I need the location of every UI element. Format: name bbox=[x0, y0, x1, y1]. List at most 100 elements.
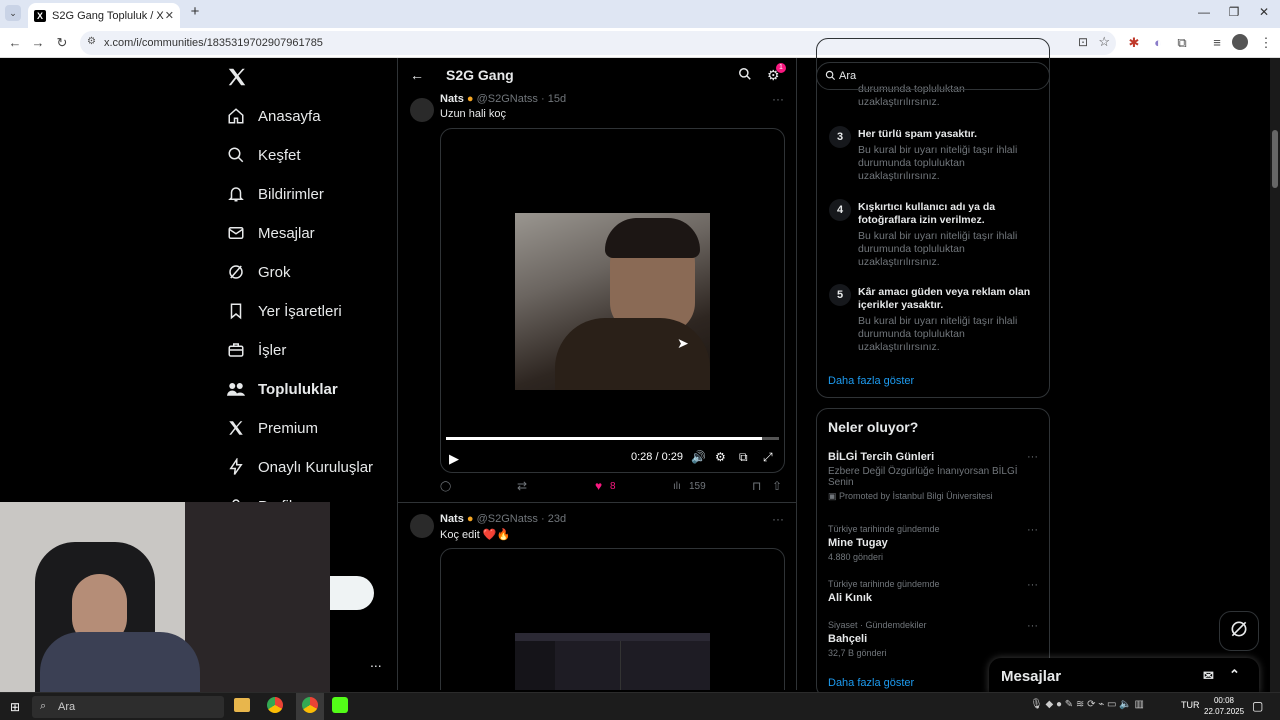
tweet-1[interactable]: Nats ● @S2GNatss · 15d ··· Uzun hali koç… bbox=[398, 90, 796, 502]
trend-item[interactable]: Türkiye tarihinde gündemde Ali Kınık ··· bbox=[828, 579, 1038, 604]
extension-icon[interactable]: ✱ bbox=[1125, 35, 1143, 51]
like-count: 8 bbox=[610, 481, 616, 492]
messages-drawer[interactable]: Mesajlar ✉ ⌃ bbox=[989, 658, 1259, 694]
nav-jobs[interactable]: İşler bbox=[226, 334, 286, 366]
file-explorer-icon[interactable] bbox=[234, 698, 250, 712]
avatar[interactable] bbox=[410, 98, 434, 122]
window-close-icon[interactable]: ✕ bbox=[1255, 5, 1273, 19]
trend-more-icon[interactable]: ··· bbox=[1027, 620, 1038, 632]
video-settings-icon[interactable]: ⚙ bbox=[715, 450, 726, 464]
account-more-icon[interactable]: ... bbox=[370, 654, 382, 670]
site-info-icon[interactable]: ⚙ bbox=[87, 36, 96, 47]
author-name[interactable]: Nats bbox=[440, 93, 464, 105]
views-icon[interactable]: ılı bbox=[673, 481, 681, 492]
community-title: S2G Gang bbox=[446, 67, 514, 83]
grok-floating-button[interactable] bbox=[1219, 611, 1259, 651]
new-tab-icon[interactable]: + bbox=[186, 3, 204, 20]
tweet-time[interactable]: 23d bbox=[548, 513, 566, 525]
profile-avatar[interactable] bbox=[1232, 34, 1248, 50]
fullscreen-icon[interactable]: ⤢ bbox=[763, 450, 773, 465]
nav-messages[interactable]: Mesajlar bbox=[226, 217, 315, 249]
rule-title: Kâr amacı güden veya reklam olan içerikl… bbox=[858, 286, 1031, 311]
expand-icon[interactable]: ⌃ bbox=[1229, 667, 1240, 683]
video-progress-track[interactable] bbox=[446, 437, 779, 440]
media-control-icon[interactable]: ≡ bbox=[1208, 35, 1226, 50]
windows-start-icon[interactable]: ⊞ bbox=[10, 700, 20, 714]
input-language[interactable]: TUR bbox=[1181, 700, 1200, 710]
system-tray-icons[interactable]: 🎙 ◆ ● ✎ ≋ ⟳ ⌁ ▭ 🔈 ▥ bbox=[1030, 699, 1144, 710]
back-arrow-icon[interactable]: ← bbox=[410, 67, 424, 83]
clock[interactable]: 00:08 22.07.2025 bbox=[1204, 695, 1244, 717]
like-icon[interactable]: ♥ bbox=[595, 479, 602, 493]
browser-tab[interactable]: X S2G Gang Topluluk / X ✕ bbox=[28, 3, 180, 28]
tweet-author[interactable]: Nats ● @S2GNatss · 15d bbox=[440, 93, 566, 105]
search-box[interactable]: Ara bbox=[816, 62, 1050, 90]
browser-menu-icon[interactable]: ⋮ bbox=[1257, 35, 1275, 51]
extensions-puzzle-icon[interactable]: ⧉ bbox=[1173, 35, 1191, 51]
search-icon bbox=[226, 145, 246, 165]
tweet-author[interactable]: Nats ● @S2GNatss · 23d bbox=[440, 513, 566, 525]
forward-icon[interactable]: → bbox=[29, 35, 47, 50]
nav-notifications[interactable]: Bildirimler bbox=[226, 178, 324, 210]
trend-name: Bahçeli bbox=[828, 633, 868, 645]
taskbar-search[interactable]: ⌕ Ara bbox=[32, 696, 224, 718]
promoted-trend[interactable]: BİLGİ Tercih Günleri Ezbere Değil Özgürl… bbox=[828, 451, 1038, 502]
avatar[interactable] bbox=[410, 514, 434, 538]
video-player[interactable]: ➤ ▶ 0:28 / 0:29 🔊 ⚙ ⧉ ⤢ bbox=[440, 128, 785, 473]
notifications-icon[interactable]: ▢ bbox=[1252, 699, 1263, 713]
author-handle[interactable]: @S2GNatss bbox=[477, 513, 538, 525]
scrollbar-thumb[interactable] bbox=[1272, 130, 1278, 188]
chrome-active-taskbar[interactable] bbox=[296, 693, 324, 720]
chrome-icon[interactable] bbox=[267, 697, 283, 713]
more-icon[interactable]: ··· bbox=[772, 92, 784, 106]
tweet-time[interactable]: 15d bbox=[548, 93, 566, 105]
show-more-rules-link[interactable]: Daha fazla göster bbox=[828, 375, 914, 387]
bookmark-tweet-icon[interactable]: ⊓ bbox=[752, 479, 761, 493]
tab-list-icon[interactable]: ⌄ bbox=[5, 5, 21, 21]
x-logo-icon[interactable] bbox=[226, 66, 248, 88]
extension-2-icon[interactable]: ◐ bbox=[1149, 35, 1167, 50]
new-message-icon[interactable]: ✉ bbox=[1203, 668, 1214, 684]
webcam-body bbox=[40, 632, 200, 692]
promo-by: Promoted by İstanbul Bilgi Üniversitesi bbox=[839, 491, 993, 501]
pip-icon[interactable]: ⧉ bbox=[739, 450, 748, 465]
install-app-icon[interactable]: ⊡ bbox=[1078, 35, 1088, 49]
tab-close-icon[interactable]: ✕ bbox=[165, 9, 174, 22]
bookmark-star-icon[interactable]: ☆ bbox=[1098, 34, 1110, 50]
back-icon[interactable]: ← bbox=[6, 35, 24, 50]
nav-home[interactable]: Anasayfa bbox=[226, 100, 321, 132]
views-count: 159 bbox=[689, 481, 706, 492]
show-more-trends-link[interactable]: Daha fazla göster bbox=[828, 677, 914, 689]
volume-icon[interactable]: 🔊 bbox=[691, 450, 706, 464]
trend-more-icon[interactable]: ··· bbox=[1027, 579, 1038, 591]
kick-icon[interactable] bbox=[332, 697, 348, 713]
minimize-icon[interactable]: — bbox=[1195, 5, 1213, 19]
more-icon[interactable]: ··· bbox=[772, 512, 784, 526]
trend-item[interactable]: Türkiye tarihinde gündemde Mine Tugay 4.… bbox=[828, 524, 1038, 562]
home-icon bbox=[226, 106, 246, 126]
repost-icon[interactable]: ⇄ bbox=[517, 479, 527, 493]
rule-number: 5 bbox=[829, 284, 851, 306]
nav-grok[interactable]: Grok bbox=[226, 256, 291, 288]
reload-icon[interactable]: ↻ bbox=[53, 35, 71, 51]
author-handle[interactable]: @S2GNatss bbox=[477, 93, 538, 105]
trend-more-icon[interactable]: ··· bbox=[1027, 451, 1038, 463]
author-name[interactable]: Nats bbox=[440, 513, 464, 525]
page-scrollbar[interactable] bbox=[1270, 58, 1280, 692]
tweet-2[interactable]: Nats ● @S2GNatss · 23d ··· Koç edit ❤️🔥 bbox=[398, 510, 796, 690]
nav-premium[interactable]: Premium bbox=[226, 412, 318, 444]
trend-posts: 4.880 gönderi bbox=[828, 552, 884, 562]
trend-more-icon[interactable]: ··· bbox=[1027, 524, 1038, 536]
bookmark-icon bbox=[226, 301, 246, 321]
search-community-icon[interactable] bbox=[738, 67, 752, 84]
nav-communities[interactable]: Topluluklar bbox=[226, 373, 338, 405]
nav-bookmarks[interactable]: Yer İşaretleri bbox=[226, 295, 342, 327]
video-player[interactable] bbox=[440, 548, 785, 690]
trend-item[interactable]: Siyaset · Gündemdekiler Bahçeli 32,7 B g… bbox=[828, 620, 1038, 658]
reply-icon[interactable]: ◯ bbox=[440, 481, 451, 492]
nav-verified-orgs[interactable]: Onaylı Kuruluşlar bbox=[226, 451, 373, 483]
share-icon[interactable]: ⇧ bbox=[772, 479, 782, 493]
nav-explore[interactable]: Keşfet bbox=[226, 139, 301, 171]
restore-icon[interactable]: ❐ bbox=[1225, 5, 1243, 19]
play-icon[interactable]: ▶ bbox=[449, 451, 459, 467]
